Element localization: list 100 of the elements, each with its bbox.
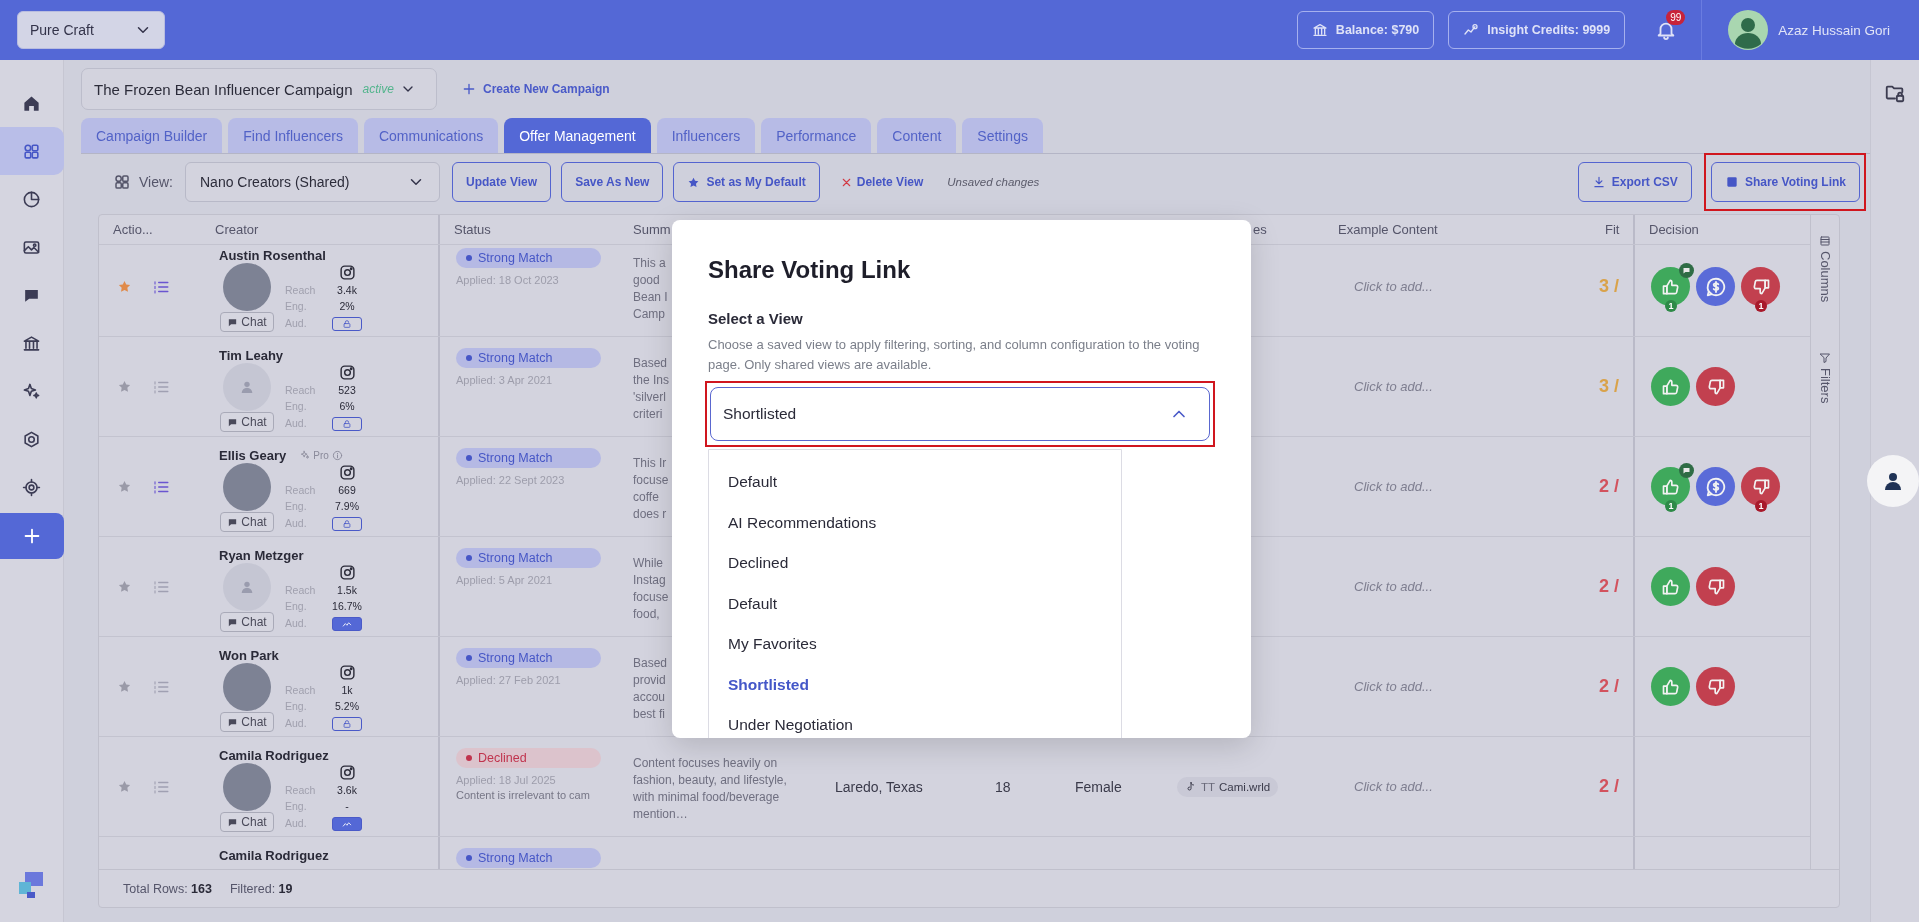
- view-select[interactable]: Nano Creators (Shared): [185, 162, 440, 202]
- tab[interactable]: Campaign Builder: [81, 118, 223, 153]
- user-avatar[interactable]: [1728, 10, 1769, 50]
- example-content-placeholder[interactable]: Click to add...: [1354, 479, 1433, 494]
- export-csv-button[interactable]: Export CSV: [1577, 162, 1692, 202]
- dropdown-option[interactable]: Shortlisted: [709, 664, 1121, 705]
- example-content-placeholder[interactable]: Click to add...: [1354, 579, 1433, 594]
- delete-view-button[interactable]: Delete View: [839, 175, 924, 189]
- tab[interactable]: Settings: [962, 118, 1043, 153]
- chat-button[interactable]: Chat: [220, 412, 274, 432]
- approve-button[interactable]: [1651, 667, 1690, 706]
- audience-button[interactable]: [332, 316, 362, 331]
- tab[interactable]: Influencers: [656, 118, 756, 153]
- view-button[interactable]: Save As New: [561, 162, 664, 202]
- filtered-count-text: Filtered: 19: [229, 881, 293, 896]
- credits-button[interactable]: Insight Credits: 9999: [1448, 11, 1626, 49]
- creator-name[interactable]: Tim Leahy: [219, 347, 284, 363]
- audience-button[interactable]: [332, 716, 362, 731]
- workspace-select[interactable]: Pure Craft: [17, 11, 165, 49]
- audience-button[interactable]: [332, 516, 362, 531]
- dropdown-option[interactable]: My Favorites: [709, 624, 1121, 665]
- stat-value: 16.7%: [331, 599, 363, 615]
- chat-button[interactable]: Chat: [220, 712, 274, 732]
- view-icon: [113, 173, 131, 191]
- lock-icon: [342, 418, 352, 429]
- star-icon[interactable]: [117, 779, 132, 794]
- social-tag[interactable]: TT Cami.wrld: [1177, 776, 1279, 797]
- reject-button[interactable]: [1696, 567, 1735, 606]
- offer-button[interactable]: [1696, 267, 1735, 306]
- view-button[interactable]: Update View: [452, 162, 552, 202]
- chat-button[interactable]: Chat: [220, 612, 274, 632]
- stat-value: 6%: [338, 399, 356, 415]
- column-header[interactable]: Decision: [1649, 222, 1699, 237]
- star-icon[interactable]: [117, 379, 132, 394]
- creator-name[interactable]: Ellis Geary: [219, 447, 287, 463]
- dropdown-option[interactable]: Declined: [709, 543, 1121, 584]
- create-campaign-button[interactable]: Create New Campaign: [461, 81, 610, 97]
- chat-button[interactable]: Chat: [220, 512, 274, 532]
- music-note-icon: [1185, 780, 1197, 793]
- instagram-icon: [338, 263, 356, 281]
- example-content-placeholder[interactable]: Click to add...: [1354, 679, 1433, 694]
- approve-button[interactable]: [1651, 367, 1690, 406]
- bank-icon: [1311, 22, 1328, 38]
- column-header[interactable]: es: [1253, 222, 1267, 237]
- star-icon[interactable]: [117, 479, 132, 494]
- example-content-placeholder[interactable]: Click to add...: [1354, 279, 1433, 294]
- chat-button[interactable]: Chat: [220, 312, 274, 332]
- offer-button[interactable]: [1696, 467, 1735, 506]
- column-header[interactable]: Summ: [633, 222, 671, 237]
- assistant-avatar[interactable]: [1867, 455, 1919, 507]
- chat-icon: [227, 516, 239, 528]
- tab[interactable]: Communications: [363, 118, 499, 153]
- example-content-placeholder[interactable]: Click to add...: [1354, 379, 1433, 394]
- approve-button[interactable]: [1651, 567, 1690, 606]
- audience-button[interactable]: [332, 816, 362, 831]
- creator-name[interactable]: Camila Rodriguez: [219, 847, 329, 863]
- hexagon-icon: [22, 429, 41, 449]
- instagram-icon: [338, 663, 356, 681]
- campaign-select[interactable]: The Frozen Bean Influencer Campaign active: [81, 68, 437, 110]
- tab[interactable]: Performance: [761, 118, 872, 153]
- creator-name[interactable]: Won Park: [219, 647, 279, 663]
- star-icon[interactable]: [117, 579, 132, 594]
- filters-tab[interactable]: Filters: [1817, 352, 1833, 404]
- column-header[interactable]: Fit: [1605, 222, 1620, 237]
- stat-value: 2%: [338, 299, 356, 315]
- dropdown-option[interactable]: AI Recommendations: [709, 502, 1121, 543]
- columns-tab[interactable]: Columns: [1817, 235, 1833, 303]
- tab[interactable]: Content: [877, 118, 957, 153]
- column-header[interactable]: Actio...: [113, 222, 153, 237]
- creator-name[interactable]: Camila Rodriguez: [219, 747, 329, 763]
- modal-title: Share Voting Link: [708, 256, 912, 284]
- star-icon[interactable]: [117, 279, 132, 294]
- view-select[interactable]: Shortlisted: [710, 387, 1210, 441]
- tab[interactable]: Find Influencers: [228, 118, 358, 153]
- gender-text: Female: [1075, 778, 1122, 795]
- column-header[interactable]: Example Content: [1338, 222, 1438, 237]
- stat-value: 3.4k: [336, 282, 358, 298]
- reject-button[interactable]: [1696, 667, 1735, 706]
- dropdown-option[interactable]: Under Negotiation: [709, 705, 1121, 738]
- audience-button[interactable]: [332, 616, 362, 631]
- dropdown-option[interactable]: Default: [709, 583, 1121, 624]
- tab[interactable]: Offer Management: [504, 118, 651, 153]
- fit-score: 2 /: [1599, 676, 1619, 697]
- share-voting-link-button[interactable]: Share Voting Link: [1710, 162, 1860, 202]
- dropdown-option[interactable]: Default: [709, 462, 1121, 503]
- column-header[interactable]: Status: [454, 222, 491, 237]
- chat-icon: [227, 816, 239, 828]
- chat-button[interactable]: Chat: [220, 812, 274, 832]
- column-header[interactable]: Creator: [215, 222, 259, 237]
- chat-icon: [227, 616, 239, 628]
- star-icon[interactable]: [117, 679, 132, 694]
- sidebar-item[interactable]: [0, 127, 64, 175]
- creator-name[interactable]: Austin Rosenthal: [219, 247, 326, 263]
- creator-name[interactable]: Ryan Metzger: [219, 547, 304, 563]
- add-button[interactable]: [0, 513, 64, 559]
- set-default-button[interactable]: Set as My Default: [673, 162, 820, 202]
- example-content-placeholder[interactable]: Click to add...: [1354, 779, 1433, 794]
- audience-button[interactable]: [332, 416, 362, 431]
- reject-button[interactable]: [1696, 367, 1735, 406]
- balance-button[interactable]: Balance: $790: [1296, 11, 1435, 49]
